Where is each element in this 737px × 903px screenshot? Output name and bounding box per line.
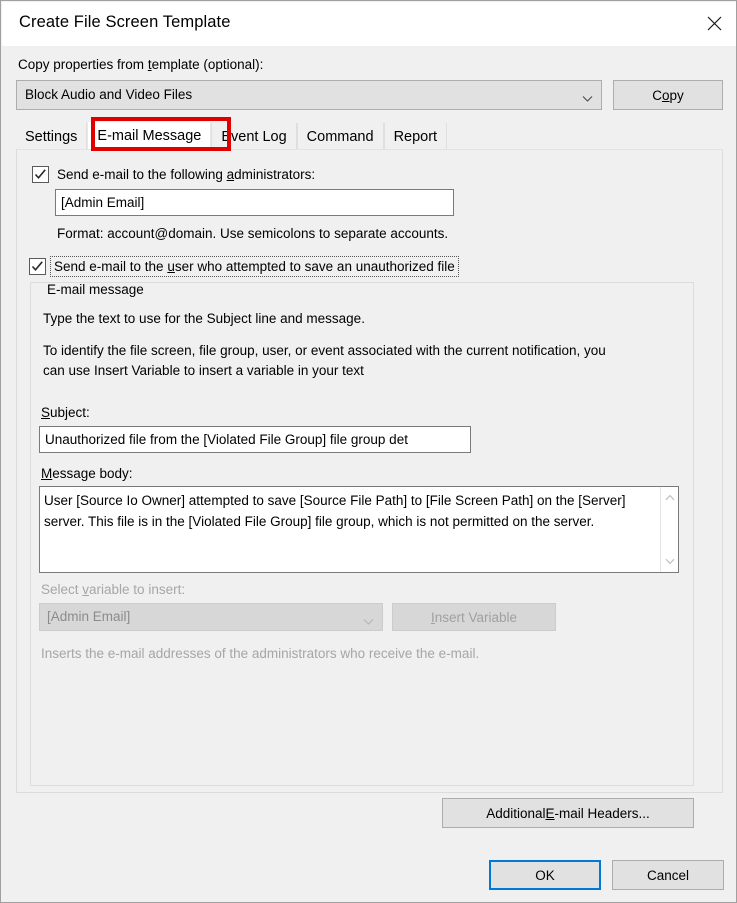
close-icon[interactable] (691, 2, 736, 45)
chevron-down-icon[interactable] (661, 553, 678, 570)
select-variable-value: [Admin Email] (47, 609, 131, 624)
copy-button[interactable]: Co py (613, 80, 723, 110)
title-bar: Create File Screen Template (2, 2, 736, 47)
message-body-textarea[interactable]: User [Source Io Owner] attempted to save… (39, 486, 679, 573)
checkbox-box (29, 258, 46, 275)
email-message-groupbox-title: E-mail message (43, 283, 148, 297)
group-description-1: Type the text to use for the Subject lin… (43, 311, 365, 326)
send-email-administrators-label: Send e-mail to the following administrat… (57, 167, 316, 182)
variable-description: Inserts the e-mail addresses of the admi… (41, 646, 480, 661)
checkbox-box (32, 166, 49, 183)
ok-button[interactable]: OK (489, 860, 601, 890)
create-file-screen-template-dialog: Create File Screen Template Copy propert… (0, 0, 737, 903)
chevron-down-icon (582, 91, 593, 102)
tab-report[interactable]: Report (383, 123, 448, 150)
select-variable-combobox: [Admin Email] (39, 603, 383, 631)
copy-template-value: Block Audio and Video Files (25, 87, 193, 102)
tab-event-log[interactable]: Event Log (211, 123, 297, 150)
message-body-scrollbar[interactable] (660, 487, 678, 572)
send-email-user-checkbox[interactable]: Send e-mail to the user who attempted to… (29, 256, 459, 277)
tab-command[interactable]: Command (296, 123, 384, 150)
tab-strip: Settings E-mail Message Event Log Comman… (16, 122, 448, 150)
copy-properties-label: Copy properties from template (optional)… (18, 57, 264, 72)
page-title: Create File Screen Template (19, 13, 231, 31)
chevron-up-icon[interactable] (661, 489, 678, 506)
admin-email-input[interactable]: [Admin Email] (55, 189, 454, 216)
group-description-2: To identify the file screen, file group,… (43, 343, 606, 378)
cancel-button[interactable]: Cancel (612, 860, 724, 890)
tab-email-message[interactable]: E-mail Message (87, 122, 212, 150)
message-body-label: Message body: (41, 466, 133, 481)
subject-input[interactable]: Unauthorized file from the [Violated Fil… (39, 426, 471, 453)
admin-email-value: [Admin Email] (61, 195, 145, 210)
additional-email-headers-button[interactable]: Additional E -mail Headers... (442, 798, 694, 828)
send-email-administrators-checkbox[interactable]: Send e-mail to the following administrat… (32, 166, 315, 183)
message-body-value: User [Source Io Owner] attempted to save… (44, 493, 626, 529)
subject-value: Unauthorized file from the [Violated Fil… (45, 432, 408, 447)
subject-label: Subject: (41, 405, 90, 420)
chevron-down-icon (363, 614, 374, 625)
email-format-hint: Format: account@domain. Use semicolons t… (57, 226, 449, 241)
send-email-user-label: Send e-mail to the user who attempted to… (50, 256, 459, 277)
copy-template-combobox[interactable]: Block Audio and Video Files (16, 80, 602, 110)
select-variable-label: Select variable to insert: (41, 582, 186, 597)
tab-settings[interactable]: Settings (16, 123, 88, 150)
insert-variable-button: Insert Variable (392, 603, 556, 631)
